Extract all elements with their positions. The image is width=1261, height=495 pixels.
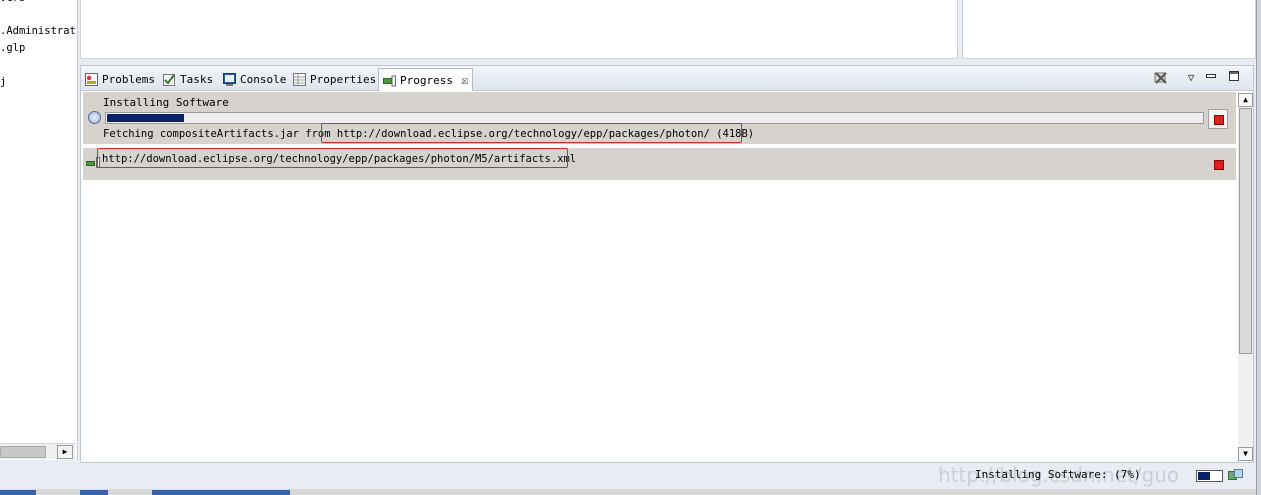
scrollbar-thumb[interactable] xyxy=(0,446,46,458)
properties-icon xyxy=(293,73,306,86)
tab-progress[interactable]: Progress ☒ xyxy=(378,68,474,91)
taskbar-item[interactable] xyxy=(80,490,108,495)
view-menu-icon[interactable]: ▽ xyxy=(1183,70,1199,86)
job-entry[interactable]: http://download.eclipse.org/technology/e… xyxy=(83,148,1236,180)
window-edge xyxy=(1256,0,1261,495)
taskbar-item[interactable] xyxy=(0,490,36,495)
scroll-right-arrow-icon[interactable]: ▶ xyxy=(57,445,73,459)
scroll-down-arrow-icon[interactable]: ▼ xyxy=(1238,447,1253,461)
status-progress-text[interactable]: Installing Software: (7%) xyxy=(975,468,1141,481)
tab-label: Progress xyxy=(400,73,453,87)
outline-area xyxy=(962,0,1256,59)
tab-tasks[interactable]: Tasks xyxy=(163,69,213,90)
maximize-icon[interactable] xyxy=(1226,70,1242,86)
editor-area xyxy=(80,0,958,59)
view-tab-bar: Problems Tasks Console Properties Progre… xyxy=(81,66,1253,91)
job-name: Installing Software xyxy=(103,96,229,109)
status-progress-bar[interactable] xyxy=(1196,470,1223,482)
open-progress-view-icon[interactable] xyxy=(1228,469,1244,483)
close-icon[interactable]: ☒ xyxy=(461,73,468,87)
detail-prefix: Fetching compositeArtifacts.jar from xyxy=(103,128,331,140)
cancel-job-button[interactable] xyxy=(1208,109,1228,129)
console-icon xyxy=(223,73,236,86)
progress-fill xyxy=(107,114,184,122)
tab-label: Problems xyxy=(102,73,155,86)
tab-properties[interactable]: Properties xyxy=(293,69,376,90)
highlight-box xyxy=(321,123,742,143)
views-panel: Problems Tasks Console Properties Progre… xyxy=(80,65,1254,463)
tab-console[interactable]: Console xyxy=(223,69,286,90)
problems-icon xyxy=(85,73,98,86)
tab-label: Tasks xyxy=(180,73,214,86)
taskbar-item[interactable] xyxy=(152,490,290,495)
tree-item[interactable]: .glp xyxy=(0,42,25,54)
tab-label: Properties xyxy=(310,73,377,86)
cancel-job-button[interactable] xyxy=(1208,154,1228,174)
tree-item[interactable]: j xyxy=(0,76,6,88)
highlight-box xyxy=(97,148,568,168)
taskbar xyxy=(0,489,1256,495)
remove-all-finished-icon[interactable] xyxy=(1153,70,1169,86)
tree-item[interactable]: .Administrat xyxy=(0,25,76,37)
vertical-scrollbar[interactable]: ▲ ▼ xyxy=(1238,93,1253,461)
progress-icon xyxy=(383,74,396,87)
job-status-icon xyxy=(88,111,101,124)
job-entry[interactable]: Installing Software Fetching compositeAr… xyxy=(83,92,1236,144)
tasks-icon xyxy=(163,73,176,86)
status-bar: http://blog.csdn.net/guo Installing Soft… xyxy=(0,463,1256,489)
progress-fill xyxy=(1198,472,1210,480)
navigator-pane: vcrs .Administrat .glp j ▶ xyxy=(0,0,78,460)
minimize-icon[interactable] xyxy=(1203,70,1219,86)
tab-problems[interactable]: Problems xyxy=(85,69,155,90)
horizontal-scrollbar[interactable]: ▶ xyxy=(0,443,75,459)
tree-item[interactable]: vcrs xyxy=(0,0,25,4)
progress-list: Installing Software Fetching compositeAr… xyxy=(83,92,1236,462)
tab-label: Console xyxy=(240,73,287,86)
scrollbar-thumb[interactable] xyxy=(1239,108,1252,354)
scroll-up-arrow-icon[interactable]: ▲ xyxy=(1238,93,1253,107)
